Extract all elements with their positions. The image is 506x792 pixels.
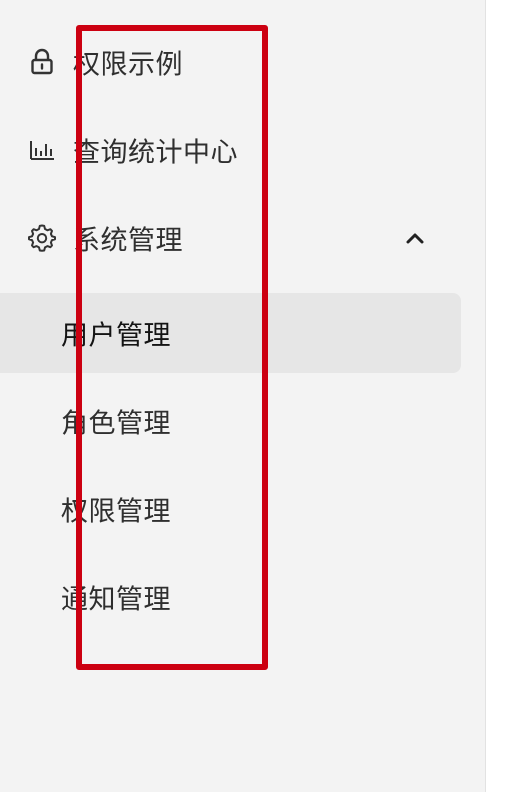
submenu-item-label: 权限管理 <box>61 496 171 528</box>
menu-item-label: 查询统计中心 <box>73 137 238 169</box>
submenu-item-role-management[interactable]: 角色管理 <box>0 381 461 461</box>
menu-item-permission-example[interactable]: 权限示例 <box>0 22 461 102</box>
main-content-edge <box>486 0 506 792</box>
submenu-item-notification-management[interactable]: 通知管理 <box>0 557 461 637</box>
lock-icon <box>28 48 56 76</box>
submenu-item-permission-management[interactable]: 权限管理 <box>0 469 461 549</box>
sidebar-menu: 权限示例 查询统计中心 系统管理 用户管理 角色管理 权限管理 通知管理 <box>0 0 485 792</box>
chevron-up-icon[interactable] <box>402 225 428 251</box>
menu-item-label: 权限示例 <box>73 49 183 81</box>
submenu-item-label: 角色管理 <box>61 408 171 440</box>
bar-chart-icon <box>28 136 56 164</box>
menu-item-label: 系统管理 <box>73 225 183 257</box>
submenu-item-label: 通知管理 <box>61 584 171 616</box>
menu-item-statistics-center[interactable]: 查询统计中心 <box>0 110 461 190</box>
submenu-item-label: 用户管理 <box>61 320 171 352</box>
menu-item-system-management[interactable]: 系统管理 <box>0 198 461 278</box>
gear-icon <box>28 224 56 252</box>
submenu-item-user-management[interactable]: 用户管理 <box>0 293 461 373</box>
